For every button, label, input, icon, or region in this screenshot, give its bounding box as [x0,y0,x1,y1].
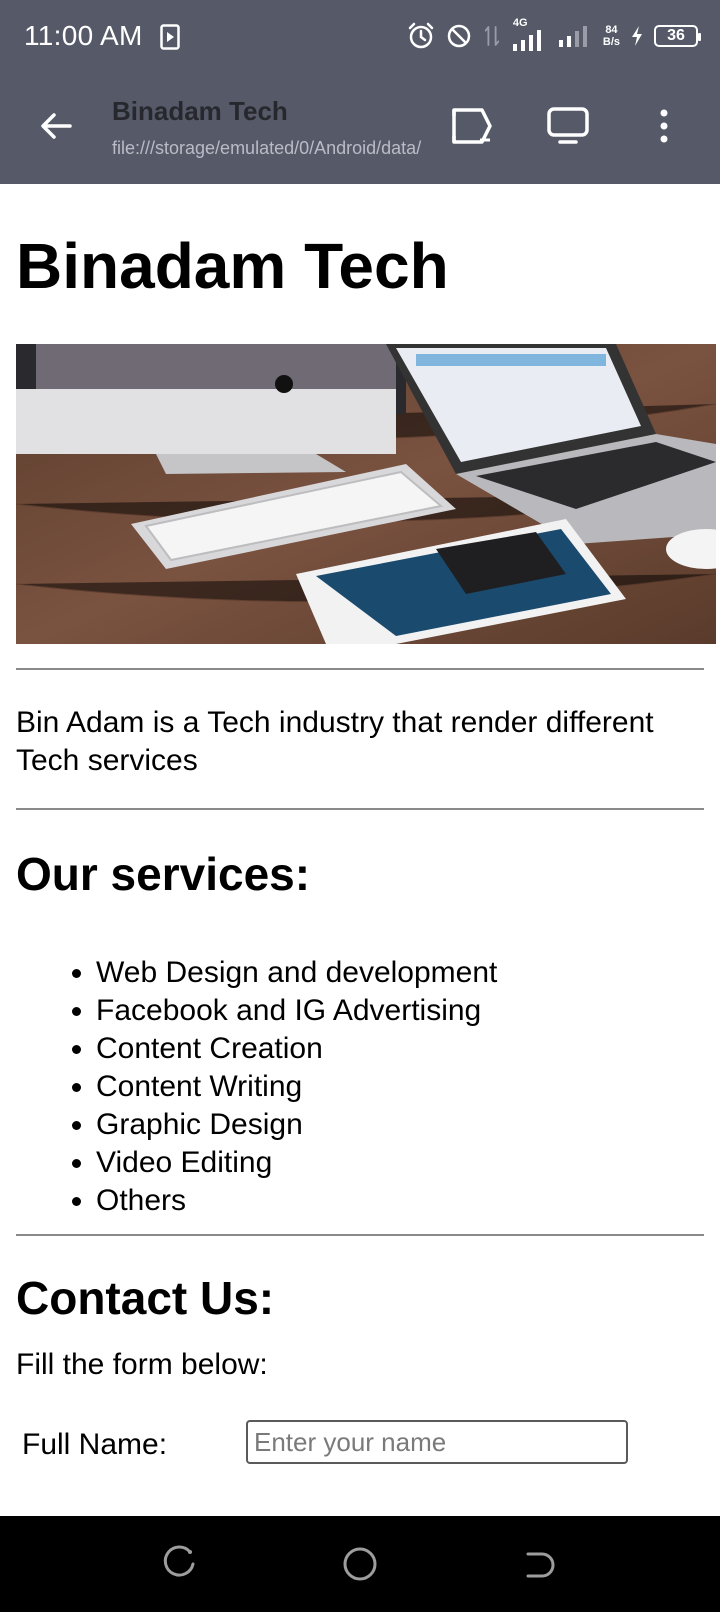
form-intro: Fill the form below: [16,1348,268,1381]
list-item: Content Writing [96,1068,497,1106]
web-page: Binadam Tech Bin Adam is a Tech industry… [0,184,720,1516]
navigation-bar [0,1516,720,1612]
signal-4g-icon: 4G [511,17,547,51]
network-speed: 84 B/s [603,24,620,48]
network-type: 4G [512,17,528,29]
home-icon[interactable] [340,1544,380,1584]
toolbar-url: file:///storage/emulated/0/Android/data/ [112,138,422,158]
cast-icon[interactable] [448,102,496,150]
speed-unit: B/s [602,36,620,48]
status-bar: 11:00 AM 4G 84 B/s 36 [0,0,720,72]
signal-icon [558,26,587,47]
services-heading: Our services: [16,848,311,900]
speed-value: 84 [605,24,618,36]
divider [16,1234,704,1236]
list-item: Others [96,1182,497,1220]
recent-apps-icon[interactable] [160,1544,200,1584]
services-list: Web Design and development Facebook and … [96,954,497,1220]
list-item: Facebook and IG Advertising [96,992,497,1030]
status-time: 11:00 AM [24,20,143,51]
battery-icon: 36 [654,25,701,47]
page-title: Binadam Tech [16,230,449,302]
do-not-disturb-icon [447,24,471,48]
charging-icon [632,26,642,46]
alarm-icon [408,22,434,49]
contact-heading: Contact Us: [16,1272,275,1324]
full-name-input[interactable] [246,1420,628,1464]
toolbar-title: Binadam Tech [112,96,288,126]
more-vert-icon[interactable] [642,102,686,150]
intro-text: Bin Adam is a Tech industry that render … [16,706,654,777]
browser-toolbar: Binadam Tech file:///storage/emulated/0/… [0,72,720,184]
back-arrow-icon[interactable] [36,106,76,146]
back-icon[interactable] [520,1544,560,1584]
list-item: Graphic Design [96,1106,497,1144]
desk-with-computers-image [16,344,716,644]
divider [16,668,704,670]
divider [16,808,704,810]
list-item: Web Design and development [96,954,497,992]
screen-record-icon [160,24,180,50]
desktop-icon[interactable] [544,102,592,150]
list-item: Video Editing [96,1144,497,1182]
full-name-label: Full Name: [22,1428,168,1461]
status-icons: 4G 84 B/s 36 [407,17,701,54]
list-item: Content Creation [96,1030,497,1068]
data-transfer-icon [484,26,500,46]
